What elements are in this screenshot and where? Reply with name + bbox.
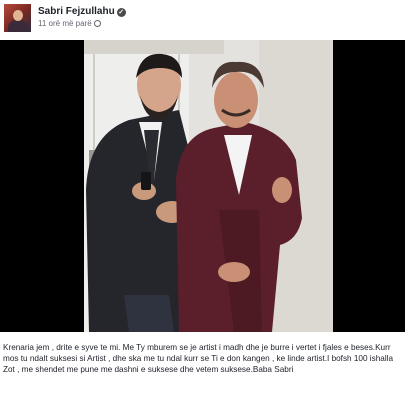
- author-avatar[interactable]: [4, 4, 31, 32]
- post-timestamp-text[interactable]: 11 orë më parë: [38, 19, 92, 28]
- post-photo[interactable]: [84, 40, 333, 332]
- globe-icon: [93, 20, 101, 27]
- post-photo-frame[interactable]: [0, 40, 405, 332]
- post-caption: Krenaria jem , drite e syve te mi. Me Ty…: [3, 343, 394, 374]
- author-name-text[interactable]: Sabri Fejzullahu: [38, 6, 115, 17]
- verified-badge-icon: ✓: [116, 8, 126, 17]
- door-frame: [84, 40, 224, 54]
- photo-illustration: [84, 40, 333, 332]
- post-timestamp[interactable]: 11 orë më parë: [38, 19, 101, 28]
- post-header: Sabri Fejzullahu ✓ 11 orë më parë: [0, 0, 405, 40]
- author-name[interactable]: Sabri Fejzullahu ✓: [38, 6, 126, 17]
